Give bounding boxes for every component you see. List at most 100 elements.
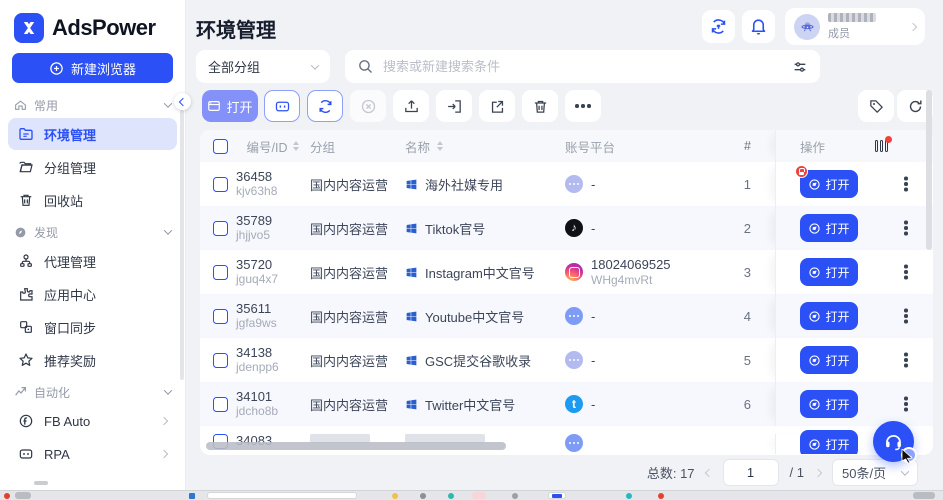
table-row[interactable]: 36458kjv63h8 国内内容运营 海外社媒专用 - 1 打开 bbox=[200, 162, 933, 206]
close-browser-button[interactable] bbox=[350, 90, 386, 122]
table-row[interactable]: 35720jguq4x7 国内内容运营 Instagram中文官号 180240… bbox=[200, 250, 933, 294]
import-button[interactable] bbox=[436, 90, 472, 122]
notifications-button[interactable] bbox=[742, 10, 775, 43]
next-page-button[interactable] bbox=[815, 470, 821, 476]
table-row[interactable]: 34101jdcho8b 国内内容运营 Twitter中文官号 - 6 打开 bbox=[200, 382, 933, 426]
browser-logo-icon bbox=[808, 438, 821, 451]
user-account[interactable]: 成员 bbox=[785, 8, 925, 45]
sidebar-item-env-management[interactable]: 环境管理 bbox=[8, 118, 177, 150]
page-number-input[interactable] bbox=[723, 459, 779, 486]
select-all-checkbox[interactable] bbox=[213, 139, 228, 154]
sidebar-item-recycle-bin[interactable]: 回收站 bbox=[8, 184, 177, 216]
export-button[interactable] bbox=[393, 90, 429, 122]
sidebar-section-common[interactable]: 常用 bbox=[8, 93, 177, 117]
taskbar-start-icon[interactable] bbox=[189, 493, 195, 499]
new-browser-button[interactable]: 新建浏览器 bbox=[12, 53, 173, 83]
sidebar-scrollbar[interactable] bbox=[180, 110, 184, 380]
tags-button[interactable] bbox=[858, 90, 894, 122]
taskbar-icon[interactable] bbox=[392, 493, 398, 499]
taskbar-icon[interactable] bbox=[472, 492, 486, 499]
open-selected-button[interactable]: 打开 bbox=[202, 90, 258, 122]
column-header-group: 分组 bbox=[310, 137, 405, 156]
taskbar-active-app[interactable] bbox=[548, 492, 566, 499]
windows-icon bbox=[405, 398, 418, 411]
sidebar-collapse-button[interactable] bbox=[174, 93, 191, 110]
sort-icon[interactable] bbox=[437, 141, 443, 151]
search-input[interactable] bbox=[383, 59, 783, 74]
chevron-right-icon bbox=[909, 22, 917, 30]
open-environment-button[interactable]: 打开 bbox=[800, 302, 858, 330]
page-scrollbar[interactable] bbox=[926, 90, 932, 250]
sidebar-item-group-management[interactable]: 分组管理 bbox=[8, 151, 177, 183]
home-icon bbox=[14, 99, 27, 112]
taskbar-icon[interactable] bbox=[626, 493, 632, 499]
row-more-icon[interactable] bbox=[904, 270, 908, 274]
open-environment-button[interactable]: 打开 bbox=[800, 430, 858, 454]
filter-sliders-icon[interactable] bbox=[792, 59, 808, 75]
prev-page-button[interactable] bbox=[706, 470, 712, 476]
taskbar-icon[interactable] bbox=[4, 493, 10, 499]
sort-icon[interactable] bbox=[293, 141, 299, 151]
row-more-icon[interactable] bbox=[904, 314, 908, 318]
table-row[interactable]: 35789jhjjvo5 国内内容运营 Tiktok官号 - 2 打开 bbox=[200, 206, 933, 250]
env-group: 国内内容运营 bbox=[310, 175, 405, 194]
horizontal-scrollbar[interactable] bbox=[206, 442, 506, 450]
open-environment-button[interactable]: 打开 bbox=[800, 214, 858, 242]
open-environment-button[interactable]: 打开 bbox=[800, 390, 858, 418]
more-actions-button[interactable] bbox=[565, 90, 601, 122]
lock-badge-icon bbox=[795, 165, 808, 178]
row-checkbox[interactable] bbox=[213, 353, 228, 368]
row-more-icon[interactable] bbox=[904, 358, 908, 362]
sidebar-item-rpa[interactable]: RPA bbox=[8, 438, 177, 470]
row-more-icon[interactable] bbox=[904, 182, 908, 186]
column-settings-icon[interactable] bbox=[875, 140, 888, 152]
env-serial: 34138 bbox=[236, 346, 272, 360]
sidebar-item-fb-auto[interactable]: FB Auto bbox=[8, 405, 177, 437]
delete-button[interactable] bbox=[522, 90, 558, 122]
sidebar-item-referral-rewards[interactable]: 推荐奖励 bbox=[8, 344, 177, 376]
row-checkbox[interactable] bbox=[213, 265, 228, 280]
open-environment-button[interactable]: 打开 bbox=[800, 258, 858, 286]
env-serial: 35611 bbox=[236, 302, 271, 316]
page-size-dropdown[interactable]: 50条/页 bbox=[832, 459, 918, 486]
batch-sync-button[interactable] bbox=[307, 90, 343, 122]
row-checkbox[interactable] bbox=[213, 309, 228, 324]
row-checkbox[interactable] bbox=[213, 397, 228, 412]
windows-taskbar[interactable] bbox=[0, 490, 943, 500]
row-more-icon[interactable] bbox=[904, 402, 908, 406]
share-button[interactable] bbox=[479, 90, 515, 122]
page-total: / 1 bbox=[790, 465, 804, 480]
table-row[interactable]: 34138jdenpp6 国内内容运营 GSC提交谷歌收录 - 5 打开 bbox=[200, 338, 933, 382]
chevron-down-icon bbox=[164, 99, 172, 107]
taskbar-icon[interactable] bbox=[658, 493, 664, 499]
taskbar-search[interactable] bbox=[207, 492, 357, 499]
taskbar-icon[interactable] bbox=[512, 493, 518, 499]
column-header-name[interactable]: 名称 bbox=[405, 137, 565, 156]
env-serial: 34101 bbox=[236, 390, 272, 404]
env-group: 国内内容运营 bbox=[310, 351, 405, 370]
table-row[interactable]: 35611jgfa9ws 国内内容运营 Youtube中文官号 - 4 打开 bbox=[200, 294, 933, 338]
automation-icon bbox=[14, 386, 27, 399]
sync-button[interactable] bbox=[702, 10, 735, 43]
env-name: GSC提交谷歌收录 bbox=[425, 351, 531, 370]
column-header-id[interactable]: 编号/ID bbox=[236, 137, 310, 156]
adspower-app: AdsPower 新建浏览器 常用 环境管理 分组管理 回收站 bbox=[0, 0, 943, 500]
brand-logo[interactable]: AdsPower bbox=[0, 0, 185, 51]
sidebar-item-proxy-management[interactable]: 代理管理 bbox=[8, 245, 177, 277]
row-index: 5 bbox=[725, 353, 775, 368]
rpa-batch-button[interactable] bbox=[264, 90, 300, 122]
taskbar-icon[interactable] bbox=[420, 493, 426, 499]
row-more-icon[interactable] bbox=[904, 226, 908, 230]
sidebar-section-discover[interactable]: 发现 bbox=[8, 220, 177, 244]
group-filter-dropdown[interactable]: 全部分组 bbox=[196, 50, 330, 83]
env-folder-icon bbox=[18, 126, 34, 142]
sidebar-section-automation[interactable]: 自动化 bbox=[8, 380, 177, 404]
open-environment-button[interactable]: 打开 bbox=[800, 170, 858, 198]
sidebar-item-app-center[interactable]: 应用中心 bbox=[8, 278, 177, 310]
taskbar-label bbox=[15, 492, 31, 499]
row-checkbox[interactable] bbox=[213, 177, 228, 192]
open-environment-button[interactable]: 打开 bbox=[800, 346, 858, 374]
sidebar-item-window-sync[interactable]: 窗口同步 bbox=[8, 311, 177, 343]
taskbar-icon[interactable] bbox=[448, 493, 454, 499]
row-checkbox[interactable] bbox=[213, 221, 228, 236]
